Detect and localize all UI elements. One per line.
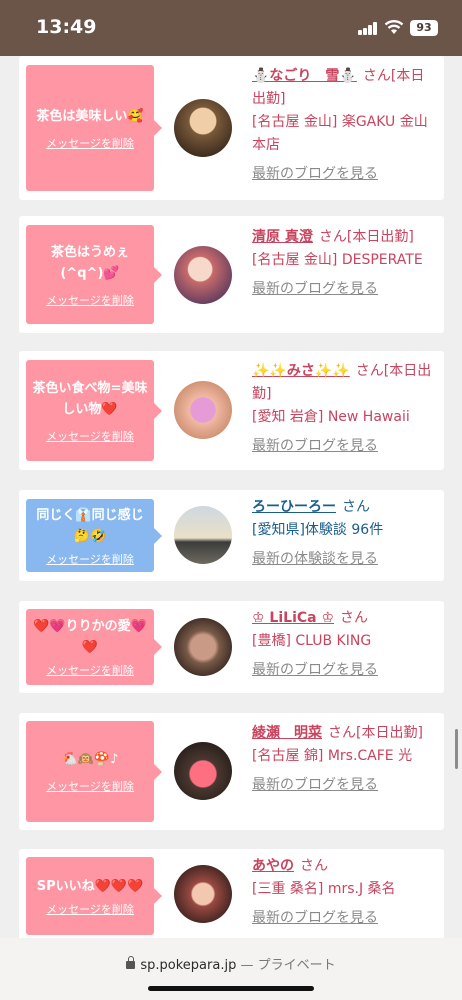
shop-detail: [愛知県]体験談 96件 — [252, 522, 384, 538]
avatar[interactable] — [174, 618, 232, 676]
scrollbar-thumb[interactable] — [455, 729, 458, 769]
latest-blog-link[interactable]: 最新のブログを見る — [252, 278, 437, 301]
delete-message-link[interactable]: メッセージを削除 — [46, 901, 134, 917]
status-text: さん — [342, 499, 370, 515]
delete-message-link[interactable]: メッセージを削除 — [46, 662, 134, 678]
latest-blog-link[interactable]: 最新のブログを見る — [252, 659, 437, 682]
url-separator: — — [236, 958, 258, 973]
signal-icon — [358, 22, 378, 35]
list-item: 🐔🙉🍄♪ メッセージを削除 綾瀬 明菜 さん[本日出勤] [名古屋 錦] Mrs.… — [19, 713, 444, 830]
wifi-icon — [384, 20, 404, 34]
message-bubble: SPいいね❤️❤️❤️ メッセージを削除 — [26, 857, 162, 935]
shop-detail: [三重 桑名] mrs.J 桑名 — [252, 881, 396, 897]
delete-message-link[interactable]: メッセージを削除 — [46, 551, 134, 567]
message-text: 茶色い食べ物=美味しい物❤️ — [32, 380, 148, 417]
profile-name-link[interactable]: ⛄なごり 雪⛄ — [252, 68, 357, 84]
message-bubble: 茶色は美味しい🥰 メッセージを削除 — [26, 65, 162, 191]
message-text: 🐔🙉🍄♪ — [61, 752, 119, 767]
latest-blog-link[interactable]: 最新のブログを見る — [252, 163, 437, 186]
message-bubble: 茶色はうめぇ(^q^)💕 メッセージを削除 — [26, 225, 162, 324]
message-bubble: 🐔🙉🍄♪ メッセージを削除 — [26, 721, 162, 822]
profile-name-link[interactable]: ろーひーろー — [252, 499, 336, 515]
status-text: さん — [300, 858, 328, 874]
profile-name-link[interactable]: あやの — [252, 858, 294, 874]
private-mode-label: プライベート — [257, 958, 336, 973]
list-item: ❤️💗りりかの愛💗❤️ メッセージを削除 ♔ LiLiCa ♔ さん [豊橋] C… — [19, 601, 444, 693]
avatar[interactable] — [174, 381, 232, 439]
status-text: さん[本日出勤] — [318, 229, 414, 245]
avatar[interactable] — [174, 865, 232, 923]
list-item: SPいいね❤️❤️❤️ メッセージを削除 あやの さん [三重 桑名] mrs.J… — [19, 849, 444, 938]
message-text: 茶色は美味しい🥰 — [36, 108, 144, 124]
avatar[interactable] — [174, 742, 232, 800]
profile-name-link[interactable]: ♔ LiLiCa ♔ — [252, 610, 334, 626]
profile-name-link[interactable]: 清原 真澄 — [252, 229, 313, 245]
message-bubble: 同じく👔同じ感じ🤔🤣 メッセージを削除 — [26, 499, 162, 572]
home-indicator[interactable] — [148, 986, 314, 991]
shop-detail: [豊橋] CLUB KING — [252, 633, 372, 649]
shop-detail: [愛知 岩倉] New Hawaii — [252, 409, 410, 425]
message-bubble: 茶色い食べ物=美味しい物❤️ メッセージを削除 — [26, 360, 162, 461]
message-text: 茶色はうめぇ(^q^)💕 — [50, 244, 129, 281]
battery-indicator: 93 — [410, 20, 438, 36]
delete-message-link[interactable]: メッセージを削除 — [46, 778, 134, 794]
list-item: 茶色は美味しい🥰 メッセージを削除 ⛄なごり 雪⛄ さん[本日出勤] [名古屋 金… — [19, 56, 444, 200]
shop-detail: [名古屋 金山] DESPERATE — [252, 252, 423, 268]
latest-experience-link[interactable]: 最新の体験談を見る — [252, 548, 437, 571]
status-text: さん[本日出勤] — [328, 725, 423, 741]
message-text: SPいいね❤️❤️❤️ — [36, 878, 144, 894]
message-text: ❤️💗りりかの愛💗❤️ — [33, 619, 147, 655]
avatar[interactable] — [174, 246, 232, 304]
latest-blog-link[interactable]: 最新のブログを見る — [252, 907, 437, 930]
status-bar: 13:49 93 — [0, 0, 462, 56]
delete-message-link[interactable]: メッセージを削除 — [46, 428, 134, 444]
message-text: 同じく👔同じ感じ🤔🤣 — [36, 507, 144, 544]
shop-detail: [名古屋 錦] Mrs.CAFE 光 — [252, 748, 413, 764]
delete-message-link[interactable]: メッセージを削除 — [46, 292, 134, 308]
list-item: 茶色い食べ物=美味しい物❤️ メッセージを削除 ✨✨みさ✨✨ さん[本日出勤] [… — [19, 351, 444, 470]
message-bubble: ❤️💗りりかの愛💗❤️ メッセージを削除 — [26, 609, 162, 685]
shop-detail: [名古屋 金山] 楽GAKU 金山本店 — [252, 114, 428, 153]
profile-name-link[interactable]: 綾瀬 明菜 — [252, 725, 322, 741]
url-domain: sp.pokepara.jp — [140, 958, 237, 973]
list-item: 茶色はうめぇ(^q^)💕 メッセージを削除 清原 真澄 さん[本日出勤] [名古屋… — [19, 216, 444, 333]
latest-blog-link[interactable]: 最新のブログを見る — [252, 435, 437, 458]
status-time: 13:49 — [36, 16, 97, 38]
status-text: さん — [340, 610, 369, 626]
latest-blog-link[interactable]: 最新のブログを見る — [252, 774, 437, 797]
profile-name-link[interactable]: ✨✨みさ✨✨ — [252, 363, 350, 379]
list-item: 同じく👔同じ感じ🤔🤣 メッセージを削除 ろーひーろー さん [愛知県]体験談 96… — [19, 490, 444, 581]
avatar[interactable] — [174, 506, 232, 564]
lock-icon — [126, 956, 136, 969]
delete-message-link[interactable]: メッセージを削除 — [46, 135, 134, 151]
avatar[interactable] — [174, 99, 232, 157]
message-list: 茶色は美味しい🥰 メッセージを削除 ⛄なごり 雪⛄ さん[本日出勤] [名古屋 金… — [0, 56, 462, 938]
